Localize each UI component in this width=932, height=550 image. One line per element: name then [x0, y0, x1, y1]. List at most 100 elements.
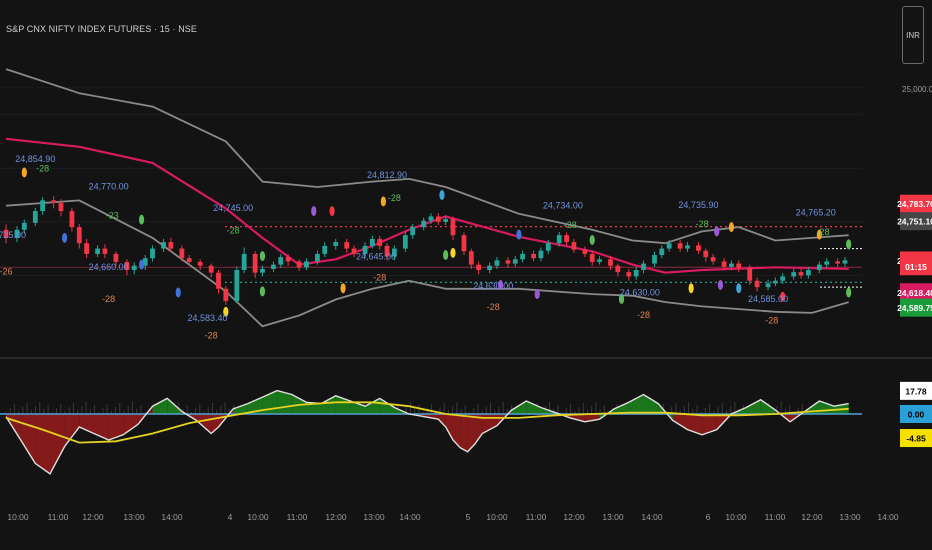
candle-body	[582, 249, 588, 254]
signal-marker	[688, 283, 694, 294]
x-tick-label: 6	[706, 512, 711, 522]
candle-body	[208, 265, 214, 273]
x-tick-label: 10:00	[486, 512, 508, 522]
price-annotation: 24,660.00	[89, 262, 129, 272]
price-annotation: -28	[765, 316, 778, 326]
candle-body	[69, 211, 75, 228]
x-tick-label: 13:00	[839, 512, 861, 522]
candle-body	[102, 248, 108, 254]
signal-marker	[534, 289, 540, 300]
price-annotation: -28	[373, 273, 386, 283]
oscillator-fill	[482, 414, 497, 434]
signal-marker	[736, 283, 742, 294]
candle-body	[344, 242, 350, 249]
signal-marker	[589, 235, 595, 245]
price-annotation: -28	[227, 226, 240, 236]
candle-body	[58, 203, 64, 212]
price-annotation: -28	[388, 193, 401, 203]
signal-marker	[329, 206, 335, 217]
candle-body	[461, 235, 467, 252]
signal-marker	[259, 251, 266, 262]
price-annotation: 24,645.00	[356, 251, 396, 261]
candle-body	[285, 257, 291, 262]
x-tick-label: 11:00	[287, 512, 308, 522]
candle-body	[772, 280, 778, 284]
signal-marker	[717, 280, 724, 290]
x-tick-label: 14:00	[641, 512, 663, 522]
signal-marker	[728, 222, 735, 233]
signal-marker	[138, 259, 145, 270]
candle-body	[754, 280, 760, 288]
candle-body	[369, 238, 375, 246]
price-annotation: 24,734.00	[543, 200, 583, 210]
candle-body	[589, 253, 595, 262]
x-tick-label: 13:00	[602, 512, 624, 522]
candle-body	[545, 243, 551, 251]
candle-body	[531, 253, 536, 259]
price-annotation: -28	[102, 294, 115, 304]
signal-marker	[846, 287, 852, 298]
oscillator-fill	[445, 414, 453, 440]
candle-body	[494, 260, 500, 266]
price-annotation: 24,585.00	[748, 294, 788, 304]
signal-marker	[846, 239, 852, 250]
candle-body	[626, 272, 632, 277]
signal-marker	[380, 196, 386, 207]
candle-body	[95, 248, 100, 254]
x-tick-label: 11:00	[526, 512, 547, 522]
oscillator-fill	[452, 414, 461, 448]
price-annotation: -23	[106, 211, 119, 221]
candle-body	[168, 242, 174, 249]
candle-body	[765, 283, 771, 288]
candle-body	[571, 242, 577, 250]
candle-body	[564, 235, 569, 243]
candle-body	[538, 250, 544, 259]
signal-marker	[311, 206, 317, 217]
candle-body	[798, 272, 804, 276]
candle-body	[131, 265, 137, 270]
candle-body	[252, 253, 258, 273]
candle-body	[608, 259, 613, 266]
x-tick-label: 4	[228, 512, 233, 522]
x-tick-label: 12:00	[563, 512, 585, 522]
candle-body	[234, 270, 240, 302]
price-annotation: 24,745.00	[213, 203, 253, 213]
x-tick-label: 14:00	[399, 512, 421, 522]
candle-body	[186, 258, 192, 262]
price-annotation: -28	[696, 219, 709, 229]
candle-body	[304, 261, 309, 268]
price-tag-label: 24,751.10	[897, 217, 932, 227]
candle-body	[223, 288, 229, 302]
candle-body	[161, 242, 166, 249]
price-annotation: -26	[0, 266, 13, 276]
candle-body	[512, 259, 518, 264]
chart-canvas[interactable]: 25,000.0024,854.90-2824,770.00-2324,660.…	[0, 0, 932, 550]
oscillator-fill	[643, 394, 659, 414]
price-tag-label: 24,783.70	[897, 199, 932, 209]
candle-body	[197, 261, 203, 266]
price-annotation: 24,770.00	[89, 182, 129, 192]
candle-body	[556, 235, 562, 244]
signal-marker	[340, 283, 346, 294]
x-tick-label: 11:00	[765, 512, 786, 522]
candle-body	[824, 261, 830, 265]
price-annotation: -28	[817, 227, 830, 237]
price-annotation: 24,725.00	[0, 230, 26, 240]
candle-body	[835, 261, 841, 264]
candle-body	[315, 253, 320, 262]
candle-body	[402, 235, 408, 249]
candle-body	[597, 259, 602, 262]
signal-marker	[21, 167, 27, 178]
x-tick-label: 10:00	[7, 512, 29, 522]
signal-marker	[439, 190, 445, 200]
price-tag-label: 24,589.75	[897, 303, 932, 313]
candle-body	[113, 253, 119, 262]
signal-marker	[175, 287, 181, 298]
candle-body	[377, 238, 383, 246]
x-tick-label: 10:00	[725, 512, 747, 522]
candle-body	[736, 263, 742, 268]
price-annotation: 24,735.90	[678, 200, 718, 210]
candle-body	[747, 267, 753, 281]
candle-body	[179, 248, 185, 259]
candle-body	[652, 255, 657, 264]
